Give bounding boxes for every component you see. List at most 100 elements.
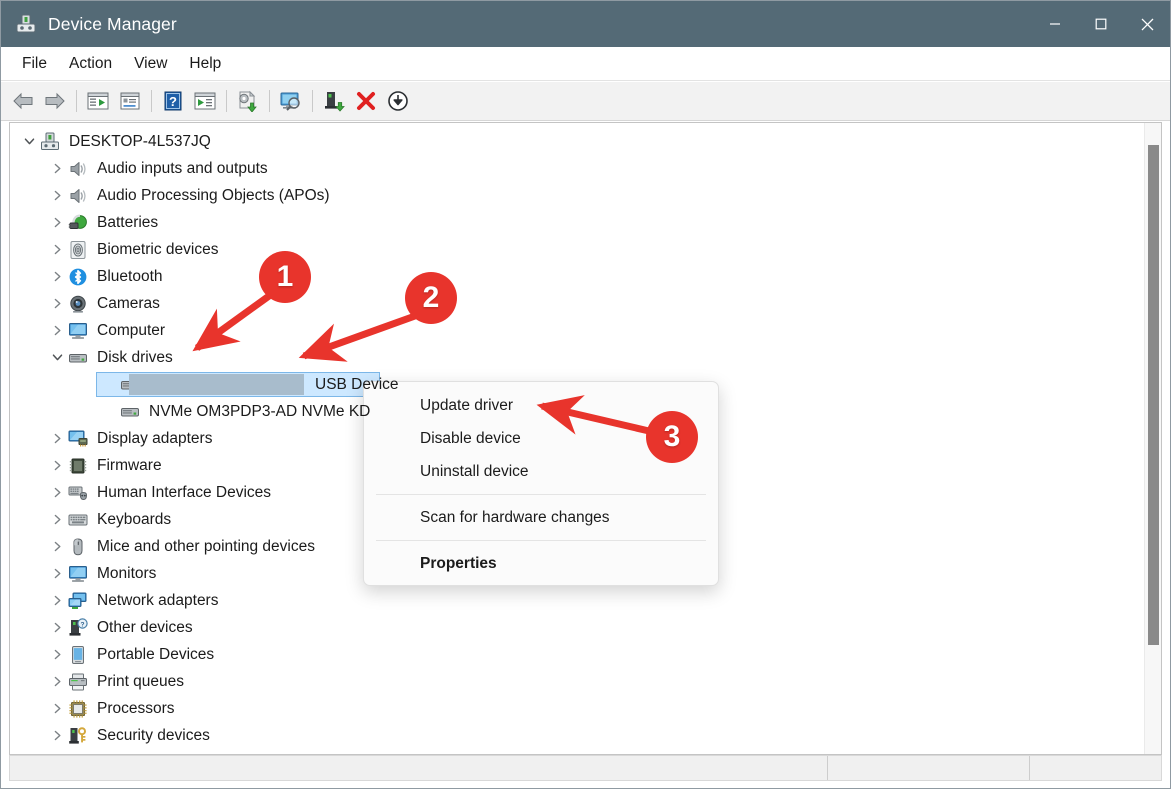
back-button[interactable] [7,86,39,116]
svg-text:?: ? [80,621,84,628]
chevron-right-icon[interactable] [46,722,68,749]
forward-button[interactable] [39,86,71,116]
toolbar-separator-2 [151,90,152,112]
chevron-down-icon[interactable] [18,128,40,155]
tree-item[interactable]: DESKTOP-4L537JQ [10,128,1161,155]
tree-item-label: Portable Devices [97,645,215,663]
chevron-right-icon[interactable] [46,290,68,317]
chevron-right-icon[interactable] [46,560,68,587]
tree-item[interactable]: Disk drives [10,344,1161,371]
context-menu-item-properties[interactable]: Properties [364,547,718,580]
chevron-right-icon[interactable] [46,695,68,722]
other-device-icon: ? [68,617,88,638]
chevron-right-icon[interactable] [46,479,68,506]
window-title: Device Manager [48,13,177,34]
properties-button[interactable] [114,86,146,116]
window-controls [1032,1,1170,47]
tree-item-label: Network adapters [97,591,219,609]
tree-item-label: Computer [97,321,166,339]
vertical-scrollbar[interactable] [1144,123,1161,754]
tree-item[interactable]: Batteries [10,209,1161,236]
menu-help[interactable]: Help [178,51,232,77]
fingerprint-icon [68,240,88,260]
device-manager-window: Device Manager File Action View Help ? D… [0,0,1171,789]
tree-item[interactable]: Print queues [10,668,1161,695]
chevron-right-icon[interactable] [46,587,68,614]
chevron-down-icon[interactable] [46,344,68,371]
disable-device-button[interactable] [382,86,414,116]
computer-device-icon [40,132,60,152]
chevron-right-icon[interactable] [46,614,68,641]
context-menu-item-scan-for-hardware-changes[interactable]: Scan for hardware changes [364,501,718,534]
hid-icon [68,483,88,503]
tree-item-label: Security devices [97,726,210,744]
tree-item[interactable]: ? Other devices [10,614,1161,641]
enable-device-button[interactable] [318,86,350,116]
chevron-right-icon[interactable] [46,641,68,668]
chevron-right-icon[interactable] [46,236,68,263]
tree-item[interactable]: Computer [10,317,1161,344]
toolbar: ? [1,82,1170,121]
device-manager-icon [15,13,37,35]
chevron-right-icon[interactable] [46,317,68,344]
tree-item-label: Processors [97,699,175,717]
tree-item[interactable]: Biometric devices [10,236,1161,263]
tree-item-label: Batteries [97,213,159,231]
speaker-icon [68,159,88,179]
menu-file[interactable]: File [11,51,58,77]
firmware-chip-icon [68,456,88,476]
tree-item-label: Print queues [97,672,185,690]
action-button[interactable] [189,86,221,116]
disk-drive-icon [120,402,140,422]
tree-item[interactable]: Network adapters [10,587,1161,614]
tree-item[interactable]: Audio inputs and outputs [10,155,1161,182]
help-button[interactable]: ? [157,86,189,116]
scan-for-hardware-changes-button[interactable] [275,86,307,116]
maximize-button[interactable] [1078,1,1124,47]
tree-item[interactable]: Audio Processing Objects (APOs) [10,182,1161,209]
chevron-right-icon[interactable] [46,506,68,533]
tree-item-label: USB Device [315,375,399,393]
menu-view[interactable]: View [123,51,178,77]
chevron-right-icon[interactable] [46,209,68,236]
chevron-right-icon[interactable] [46,533,68,560]
keyboard-icon [68,510,88,530]
close-button[interactable] [1124,1,1170,47]
update-driver-button[interactable] [232,86,264,116]
toolbar-separator-5 [312,90,313,112]
monitor-icon [68,321,88,341]
annotation-badge-1: 1 [259,251,311,303]
chevron-right-icon[interactable] [46,155,68,182]
tree-item[interactable]: Security devices [10,722,1161,749]
chevron-right-icon[interactable] [46,263,68,290]
tree-item[interactable]: Cameras [10,290,1161,317]
tree-item-label: Mice and other pointing devices [97,537,315,555]
minimize-button[interactable] [1032,1,1078,47]
chevron-right-icon[interactable] [46,668,68,695]
tree-item[interactable]: Bluetooth [10,263,1161,290]
tree-item-label: Human Interface Devices [97,483,272,501]
tree-item-label: Audio inputs and outputs [97,159,268,177]
display-adapter-icon [68,429,88,449]
monitor-icon [68,564,88,584]
tree-item-label: Display adapters [97,429,213,447]
context-menu-separator [376,494,706,495]
portable-device-icon [68,645,88,665]
tree-item-label: Monitors [97,564,157,582]
toolbar-separator-3 [226,90,227,112]
mouse-icon [68,537,88,557]
annotation-badge-2: 2 [405,272,457,324]
scrollbar-thumb[interactable] [1148,145,1159,645]
tree-item[interactable]: Processors [10,695,1161,722]
uninstall-device-button[interactable] [350,86,382,116]
context-menu-separator [376,540,706,541]
menu-action[interactable]: Action [58,51,123,77]
menu-bar: File Action View Help [1,47,1170,81]
show-hide-console-tree-button[interactable] [82,86,114,116]
chevron-right-icon[interactable] [46,182,68,209]
chevron-right-icon[interactable] [46,452,68,479]
chevron-right-icon[interactable] [46,425,68,452]
bluetooth-icon [68,267,88,287]
status-bar [9,755,1162,781]
tree-item[interactable]: Portable Devices [10,641,1161,668]
